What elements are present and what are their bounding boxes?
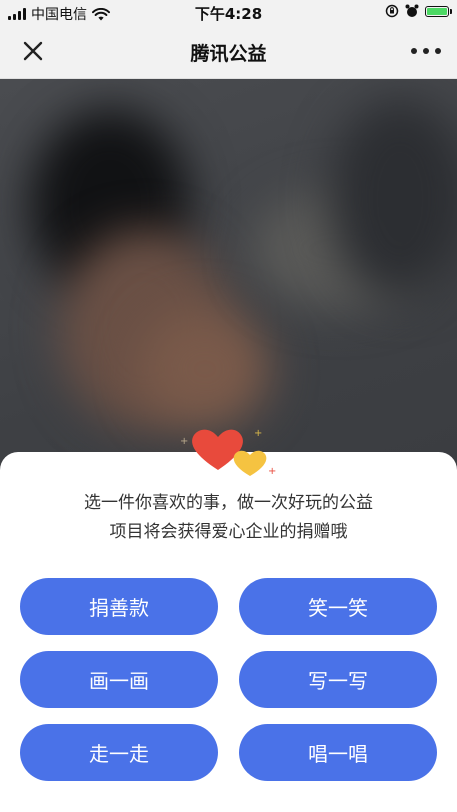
status-bar: 中国电信 下午4:28: [0, 0, 457, 24]
prompt-text: 选一件你喜欢的事，做一次好玩的公益 项目将会获得爱心企业的捐赠哦: [0, 489, 457, 547]
svg-text:+: +: [268, 466, 276, 477]
sing-button[interactable]: 唱一唱: [239, 724, 437, 781]
nav-bar: 腾讯公益: [0, 24, 457, 79]
donate-button[interactable]: 捐善款: [20, 578, 218, 635]
battery-icon: [425, 5, 452, 17]
hearts-icon: + + +: [180, 428, 276, 477]
prompt-line-2: 项目将会获得爱心企业的捐赠哦: [109, 522, 348, 542]
svg-text:+: +: [254, 428, 262, 439]
rotation-lock-icon: [385, 4, 399, 18]
prompt-line-1: 选一件你喜欢的事，做一次好玩的公益: [84, 493, 373, 513]
more-icon[interactable]: [411, 38, 441, 64]
status-right: [385, 4, 452, 18]
alarm-icon: [405, 4, 419, 17]
draw-button[interactable]: 画一画: [20, 651, 218, 708]
page-title: 腾讯公益: [190, 43, 267, 65]
svg-text:+: +: [180, 436, 188, 447]
write-button[interactable]: 写一写: [239, 651, 437, 708]
laugh-button[interactable]: 笑一笑: [239, 578, 437, 635]
close-icon[interactable]: [18, 36, 48, 66]
walk-button[interactable]: 走一走: [20, 724, 218, 781]
